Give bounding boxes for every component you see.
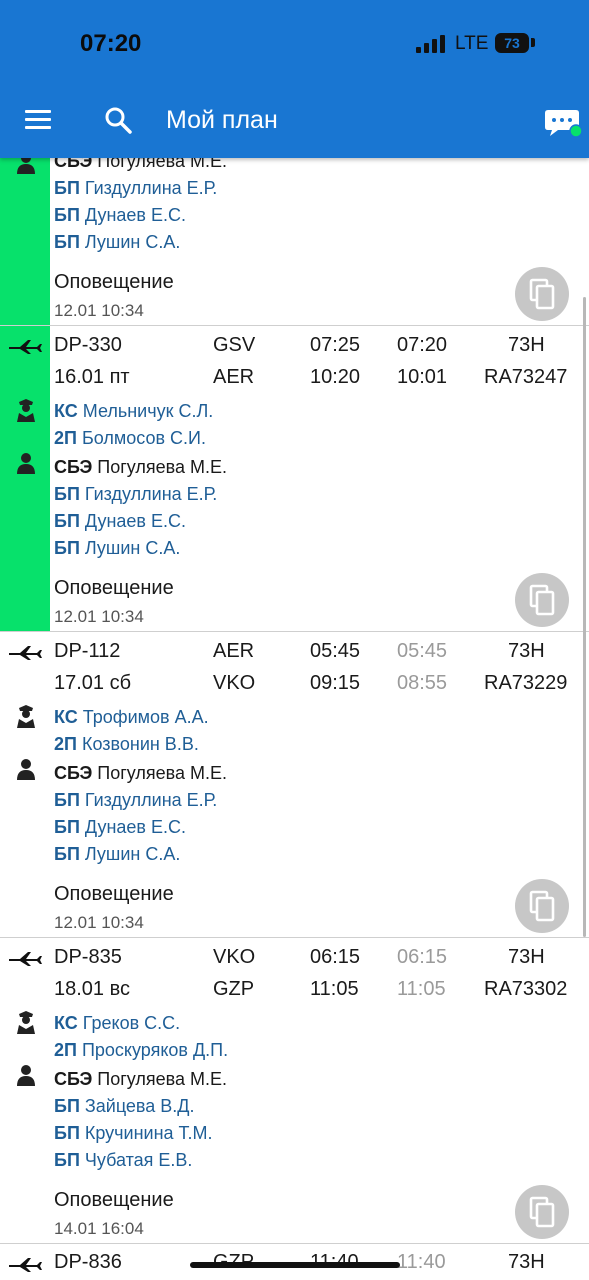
crew-member[interactable]: 2П Козвонин В.В. [54,734,199,755]
planned-departure: 07:25 [310,334,361,356]
crew-member[interactable]: БП Гиздуллина Е.Р. [54,484,217,505]
crew-member[interactable]: БП Зайцева В.Д. [54,1096,195,1117]
notice-label: Оповещение [54,1189,174,1211]
person-icon [17,1065,35,1086]
crew-member: СБЭ Погуляева М.Е. [54,1069,228,1089]
departure-airport: VKO [213,946,256,968]
battery-level: 73 [504,35,520,51]
airplane-icon [9,340,42,354]
crew-member[interactable]: БП Гиздуллина Е.Р. [54,790,217,811]
crew-member[interactable]: БП Лушин С.А. [54,538,180,559]
scrollbar[interactable] [583,297,586,937]
aircraft-registration: RA73247 [484,366,568,388]
hamburger-icon[interactable] [25,110,51,130]
crew-member[interactable]: КС Трофимов А.А. [54,707,209,728]
notice-label: Оповещение [54,883,174,905]
notice-label: Оповещение [54,577,174,599]
crew-member[interactable]: БП Лушин С.А. [54,232,180,253]
chat-bubble-icon[interactable] [544,108,584,140]
notice-time: 12.01 10:34 [54,913,144,932]
copy-icon [529,890,555,922]
arrival-airport: VKO [213,672,256,694]
departure-airport: GSV [213,334,256,356]
crew-member[interactable]: КС Греков С.С. [54,1013,180,1034]
flight-card[interactable]: DP-112 AER 05:45 05:45 73H 17.01 сб VKO … [0,632,589,938]
flight-date: 16.01 пт [54,366,130,388]
notice-label: Оповещение [54,271,174,293]
crew-member[interactable]: БП Чубатая Е.В. [54,1150,192,1171]
signal-icon [416,35,446,53]
airplane-icon [9,646,42,660]
arrival-airport: GZP [213,978,255,1000]
status-strip [0,326,50,631]
crew-member[interactable]: 2П Проскуряков Д.П. [54,1040,228,1061]
flight-number: DP-330 [54,334,122,356]
actual-departure: 06:15 [397,946,448,968]
pilot-icon [17,399,35,422]
aircraft-registration: RA73229 [484,672,568,694]
planned-arrival: 11:05 [310,978,359,1000]
flight-number: DP-835 [54,946,122,968]
page-title: Мой план [166,106,278,134]
search-icon[interactable] [104,106,132,134]
aircraft-registration: RA73302 [484,978,568,1000]
flight-date: 17.01 сб [54,672,132,694]
person-icon [17,759,35,780]
crew-member[interactable]: 2П Болмосов С.И. [54,428,206,449]
arrival-airport: AER [213,366,255,388]
actual-arrival: 10:01 [397,366,448,388]
pilot-icon [17,1011,35,1034]
crew-member[interactable]: КС Мельничук С.Л. [54,401,213,422]
airplane-icon [9,952,42,966]
network-type: LTE [455,33,489,54]
actual-departure: 07:20 [397,334,448,356]
departure-airport: AER [213,640,255,662]
planned-arrival: 10:20 [310,366,361,388]
notice-time: 12.01 10:34 [54,607,144,626]
actual-departure: 05:45 [397,640,448,662]
planned-arrival: 09:15 [310,672,361,694]
actual-departure: 11:40 [397,1251,446,1273]
crew-member[interactable]: БП Дунаев Е.С. [54,817,186,838]
pilot-icon [17,705,35,728]
copy-icon [529,584,555,616]
crew-member: СБЭ Погуляева М.Е. [54,763,228,783]
copy-button[interactable] [515,879,569,933]
flight-plan-list[interactable]: СБЭ Погуляева М.Е. БП Гиздуллина Е.Р. БП… [0,0,589,1280]
notice-time: 14.01 16:04 [54,1219,144,1238]
aircraft-type: 73H [508,640,545,662]
crew-member[interactable]: БП Кручинина Т.М. [54,1123,213,1144]
crew-member[interactable]: БП Дунаев Е.С. [54,511,186,532]
aircraft-type: 73H [508,334,545,356]
actual-arrival: 11:05 [397,978,446,1000]
copy-button[interactable] [515,573,569,627]
aircraft-type: 73H [508,946,545,968]
airplane-icon [9,1258,42,1272]
flight-number: DP-112 [54,640,121,662]
notice-time: 12.01 10:34 [54,301,144,320]
battery-cap [531,38,535,47]
copy-button[interactable] [515,267,569,321]
copy-icon [529,278,555,310]
status-time: 07:20 [80,30,142,57]
person-icon [17,453,35,474]
aircraft-type: 73H [508,1251,545,1273]
battery-icon: 73 [495,33,529,53]
planned-departure: 05:45 [310,640,361,662]
copy-icon [529,1196,555,1228]
crew-member[interactable]: БП Дунаев Е.С. [54,205,186,226]
copy-button[interactable] [515,1185,569,1239]
flight-number: DP-836 [54,1251,122,1273]
crew-member[interactable]: БП Лушин С.А. [54,844,180,865]
actual-arrival: 08:55 [397,672,448,694]
planned-departure: 06:15 [310,946,361,968]
app-bar: 07:20 LTE 73 Мой план [0,0,589,158]
home-indicator[interactable] [190,1262,400,1268]
crew-member[interactable]: БП Гиздуллина Е.Р. [54,178,217,199]
flight-date: 18.01 вс [54,978,131,1000]
crew-member: СБЭ Погуляева М.Е. [54,457,228,477]
flight-card[interactable]: DP-330 GSV 07:25 07:20 73H 16.01 пт AER … [0,326,589,632]
flight-card[interactable]: DP-835 VKO 06:15 06:15 73H 18.01 вс GZP … [0,938,589,1244]
